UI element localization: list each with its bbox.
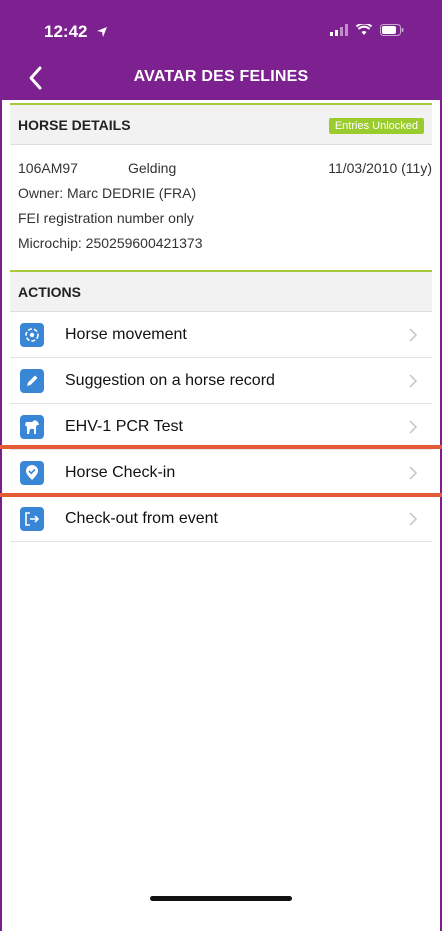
location-check-icon	[20, 461, 44, 485]
wifi-icon	[356, 24, 372, 35]
signal-icon	[330, 24, 348, 36]
chevron-right-icon	[409, 420, 418, 434]
highlight-top-line	[0, 445, 442, 449]
chevron-right-icon	[409, 374, 418, 388]
chevron-right-icon	[409, 328, 418, 342]
target-icon	[20, 323, 44, 347]
section-title: HORSE DETAILS	[18, 117, 131, 133]
left-border	[0, 0, 2, 931]
pencil-icon	[20, 369, 44, 393]
chevron-right-icon	[409, 466, 418, 480]
navigation-bar: AVATAR DES FELINES	[0, 58, 442, 100]
action-horse-check-in[interactable]: Horse Check-in	[10, 451, 432, 496]
action-suggestion[interactable]: Suggestion on a horse record	[10, 359, 432, 404]
action-label: Suggestion on a horse record	[65, 372, 275, 389]
status-time: 12:42	[44, 22, 88, 41]
action-label: EHV-1 PCR Test	[65, 418, 183, 435]
action-ehv-pcr-test[interactable]: EHV-1 PCR Test	[10, 405, 432, 450]
horse-birth-date: 11/03/2010 (11y)	[328, 160, 432, 176]
horse-id: 106AM97	[18, 160, 78, 176]
horse-microchip: Microchip: 250259600421373	[18, 235, 203, 251]
home-indicator[interactable]	[150, 896, 292, 901]
status-icons	[330, 24, 404, 36]
actions-header: ACTIONS	[10, 272, 432, 312]
status-badge: Entries Unlocked	[328, 118, 424, 134]
page-title: AVATAR DES FELINES	[133, 68, 309, 85]
horse-details-header: HORSE DETAILS Entries Unlocked	[10, 105, 432, 145]
horse-registration: FEI registration number only	[18, 210, 194, 226]
battery-icon	[380, 24, 404, 36]
status-bar: 12:42	[0, 0, 442, 58]
action-check-out[interactable]: Check-out from event	[10, 497, 432, 542]
action-label: Horse movement	[65, 326, 187, 343]
horse-owner: Owner: Marc DEDRIE (FRA)	[18, 185, 197, 201]
location-arrow-icon	[97, 27, 107, 37]
chevron-right-icon	[409, 512, 418, 526]
horse-icon	[20, 415, 44, 439]
horse-sex: Gelding	[128, 160, 177, 176]
action-horse-movement[interactable]: Horse movement	[10, 313, 432, 358]
action-label: Horse Check-in	[65, 464, 176, 481]
action-label: Check-out from event	[65, 510, 218, 527]
exit-icon	[20, 507, 44, 531]
section-title: ACTIONS	[18, 284, 81, 300]
